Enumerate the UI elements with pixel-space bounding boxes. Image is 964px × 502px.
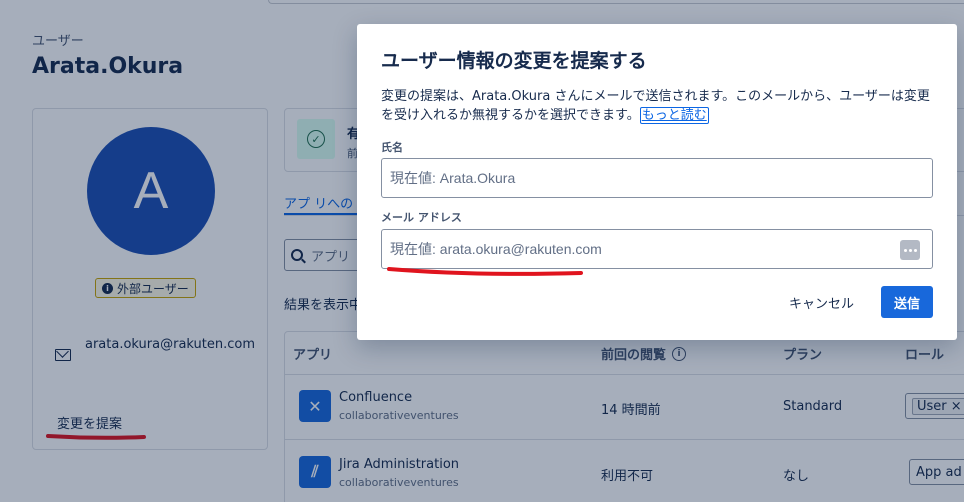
name-input-placeholder: 現在値: Arata.Okura <box>390 170 516 186</box>
email-field-label: メール アドレス <box>381 211 462 224</box>
cancel-button[interactable]: キャンセル <box>777 286 866 318</box>
email-input[interactable]: 現在値: arata.okura@rakuten.com <box>381 229 933 269</box>
dialog-title: ユーザー情報の変更を提案する <box>381 50 647 72</box>
red-underline-annotation <box>387 267 583 276</box>
name-input[interactable]: 現在値: Arata.Okura <box>381 158 933 198</box>
name-field-label: 氏名 <box>381 141 403 154</box>
read-more-link[interactable]: もっと読む <box>639 107 709 124</box>
email-input-placeholder: 現在値: arata.okura@rakuten.com <box>390 241 602 257</box>
submit-button[interactable]: 送信 <box>881 286 933 318</box>
dialog-description: 変更の提案は、Arata.Okura さんにメールで送信されます。このメールから… <box>381 87 933 125</box>
password-manager-icon[interactable] <box>900 240 920 260</box>
suggest-change-dialog: ユーザー情報の変更を提案する 変更の提案は、Arata.Okura さんにメール… <box>357 24 957 340</box>
